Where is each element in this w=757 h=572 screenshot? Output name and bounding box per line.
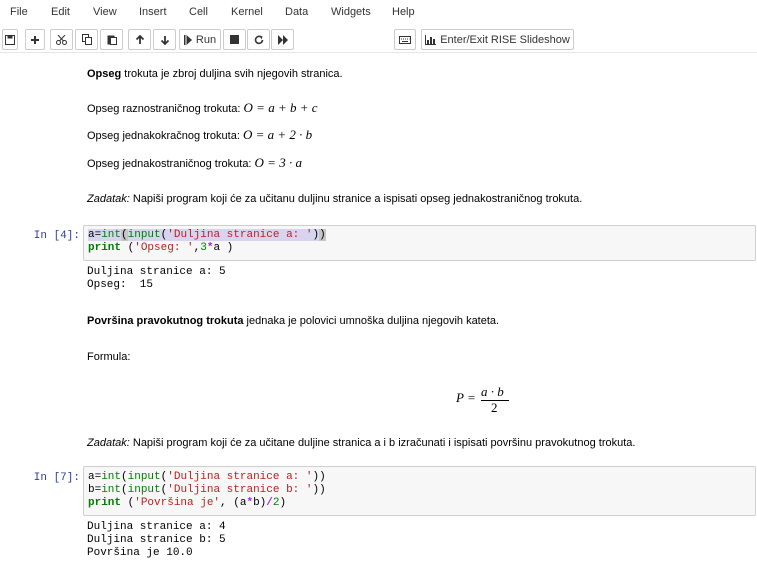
menu-data[interactable]: Data (285, 6, 308, 18)
code-line: b=int(input('Duljina stranice b: ')) (88, 484, 326, 496)
output-line: Površina je 10.0 (87, 547, 193, 559)
markdown-cell-task-1[interactable]: Zadatak: Napiši program koji će za učita… (87, 192, 582, 206)
output-line: Duljina stranice b: 5 (87, 534, 226, 546)
task-text: Napiši program koji će za učitanu duljin… (129, 193, 583, 205)
markdown-cell-scalene[interactable]: Opseg raznostraničnog trokuta: O = a + b… (87, 101, 318, 116)
move-down-button[interactable] (153, 29, 176, 50)
fast-forward-icon (277, 34, 288, 45)
equilateral-label: Opseg jednakostraničnog trokuta: (87, 158, 255, 170)
menu-help[interactable]: Help (392, 6, 415, 18)
input-prompt: In [7]: (33, 472, 80, 484)
isosceles-label: Opseg jednakokračnog trokuta: (87, 130, 243, 142)
paste-button[interactable] (100, 29, 123, 50)
arrow-down-icon (160, 35, 169, 45)
copy-icon (81, 34, 92, 45)
output-line: Duljina stranice a: 5 (87, 266, 226, 278)
equilateral-formula: O = 3 · a (254, 155, 302, 170)
save-button[interactable] (2, 29, 18, 50)
keyboard-icon (399, 35, 411, 44)
task-label: Zadatak: (87, 437, 130, 449)
run-label: Run (195, 33, 217, 46)
code-line: a=int(input('Duljina stranice a: ')) (88, 471, 326, 483)
code-line: print ('Površina je', (a*b)/2) (88, 497, 287, 509)
menu-cell[interactable]: Cell (189, 6, 208, 18)
scalene-formula: O = a + b + c (243, 100, 318, 115)
run-button[interactable]: Run (179, 29, 221, 50)
interrupt-button[interactable] (223, 29, 246, 50)
formula-denominator: 2 (491, 400, 498, 415)
task-text: Napiši program koji će za učitane duljin… (129, 437, 636, 449)
code-line: a=int(input('Duljina stranice a: ')) (88, 229, 326, 241)
code-line: print ('Opseg: ',3*a ) (88, 242, 234, 254)
task-label: Zadatak: (87, 193, 130, 205)
cut-button[interactable] (50, 29, 73, 50)
rise-slideshow-button[interactable]: Enter/Exit RISE Slideshow (421, 29, 574, 50)
move-up-button[interactable] (128, 29, 151, 50)
output-line: Opseg: 15 (87, 279, 154, 291)
intro-text: trokuta je zbroj duljina svih njegovih s… (121, 68, 343, 80)
markdown-cell-formula-label[interactable]: Formula: (87, 350, 130, 364)
restart-run-all-button[interactable] (271, 29, 294, 50)
scalene-label: Opseg raznostraničnog trokuta: (87, 103, 244, 115)
toolbar: Run Markdown Enter/Exit RISE Slideshow (0, 26, 757, 75)
menu-file[interactable]: File (10, 6, 28, 18)
restart-icon (254, 35, 263, 44)
copy-button[interactable] (75, 29, 98, 50)
menu-kernel[interactable]: Kernel (231, 6, 263, 18)
markdown-cell-equilateral[interactable]: Opseg jednakostraničnog trokuta: O = 3 ·… (87, 156, 302, 171)
scissors-icon (56, 34, 67, 45)
notebook-container: Opseg trokuta je zbroj duljina svih njeg… (0, 54, 757, 572)
output-line: Duljina stranice a: 4 (87, 521, 226, 533)
menu-view[interactable]: View (93, 6, 117, 18)
menu-widgets[interactable]: Widgets (331, 6, 371, 18)
formula-numerator: a · b (481, 384, 504, 399)
bar-chart-icon (425, 34, 437, 45)
term-opseg: Opseg (87, 68, 122, 80)
arrow-up-icon (135, 34, 144, 44)
markdown-cell-povrsina-intro[interactable]: Površina pravokutnog trokuta jednaka je … (87, 314, 499, 328)
step-forward-icon (183, 34, 192, 45)
rise-slideshow-label: Enter/Exit RISE Slideshow (440, 33, 570, 46)
insert-cell-button[interactable] (25, 29, 45, 50)
povrsina-text: jednaka je polovici umnoška duljina njeg… (243, 315, 500, 327)
menu-insert[interactable]: Insert (139, 6, 167, 18)
markdown-cell-task-2[interactable]: Zadatak: Napiši program koji će za učita… (87, 436, 635, 450)
markdown-cell-isosceles[interactable]: Opseg jednakokračnog trokuta: O = a + 2 … (87, 128, 312, 143)
code-cell-input[interactable]: a=int(input('Duljina stranice a: ')) pri… (83, 225, 756, 261)
term-povrsina: Površina pravokutnog trokuta (87, 315, 244, 327)
formula-lhs: P = (456, 390, 476, 405)
save-icon (5, 34, 15, 45)
menu-edit[interactable]: Edit (51, 6, 70, 18)
command-palette-button[interactable] (394, 29, 416, 50)
restart-button[interactable] (247, 29, 270, 50)
menu-bar: File Edit View Insert Cell Kernel Data W… (0, 0, 757, 26)
paste-icon (107, 35, 117, 45)
code-cell-input[interactable]: a=int(input('Duljina stranice a: ')) b=i… (83, 466, 756, 516)
stop-icon (230, 35, 239, 44)
isosceles-formula: O = a + 2 · b (242, 127, 313, 142)
plus-icon (31, 35, 39, 44)
markdown-cell-opseg-intro[interactable]: Opseg trokuta je zbroj duljina svih njeg… (87, 67, 343, 81)
formula-label: Formula: (87, 351, 131, 363)
input-prompt: In [4]: (33, 230, 80, 242)
